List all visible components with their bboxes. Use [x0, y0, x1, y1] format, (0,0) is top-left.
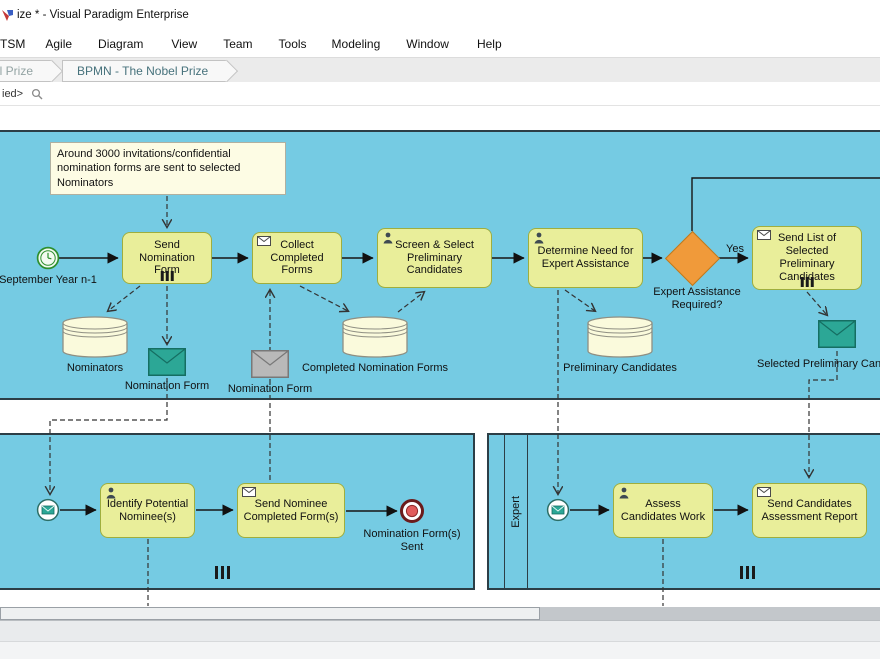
- datastore-preliminary-candidates[interactable]: [584, 313, 656, 366]
- task-label: Send Nominee Completed Form(s): [243, 498, 339, 524]
- menu-item-tools[interactable]: Tools: [279, 37, 307, 51]
- event-timer-start-label: September Year n-1: [0, 274, 103, 287]
- menu-bar: TSM Agile Diagram View Team Tools Modeli…: [0, 30, 880, 57]
- task-identify-potential-nominees[interactable]: Identify Potential Nominee(s): [100, 483, 195, 538]
- horizontal-scrollbar[interactable]: [0, 607, 880, 620]
- menu-item-agile[interactable]: Agile: [45, 37, 72, 51]
- toolbar-combo[interactable]: ied>: [2, 88, 23, 100]
- datastore-nominators[interactable]: [59, 313, 131, 366]
- message-icon: [757, 230, 771, 244]
- message-nomination-form-gray-label: Nomination Form: [225, 383, 315, 396]
- task-label: Assess Candidates Work: [619, 498, 707, 524]
- menu-item-window[interactable]: Window: [406, 37, 449, 51]
- user-icon: [382, 232, 395, 248]
- event-end-label: Nomination Form(s) Sent: [362, 528, 462, 554]
- breadcrumb-tab-prev-label: el Prize: [0, 64, 33, 78]
- window-title: ize * - Visual Paradigm Enterprise: [17, 9, 189, 21]
- app-logo-icon: [2, 9, 13, 22]
- task-label: Screen & Select Preliminary Candidates: [383, 239, 486, 278]
- status-bar-lower: [0, 641, 880, 659]
- end-event-icon: [398, 497, 426, 525]
- message-icon: [757, 487, 771, 501]
- message-nomination-form-gray[interactable]: [251, 350, 289, 383]
- menu-item-modeling[interactable]: Modeling: [332, 37, 381, 51]
- message-start-icon: [546, 498, 570, 522]
- search-icon[interactable]: [31, 88, 43, 100]
- annotation-note-text: Around 3000 invitations/confidential nom…: [57, 148, 240, 189]
- multi-instance-marker: [161, 271, 174, 281]
- user-icon: [105, 487, 118, 503]
- message-nomination-form-teal[interactable]: [148, 348, 186, 381]
- lane-expert[interactable]: Expert: [504, 435, 528, 588]
- title-bar: ize * - Visual Paradigm Enterprise: [0, 0, 880, 30]
- breadcrumb-tab-current[interactable]: BPMN - The Nobel Prize: [62, 60, 226, 82]
- user-icon: [618, 487, 631, 503]
- message-selected-preliminary-candidates[interactable]: [818, 320, 856, 353]
- breadcrumb: el Prize BPMN - The Nobel Prize: [0, 57, 880, 83]
- task-label: Determine Need for Expert Assistance: [534, 245, 637, 271]
- menu-item-team[interactable]: Team: [223, 37, 252, 51]
- task-label: Identify Potential Nominee(s): [106, 498, 189, 524]
- menu-item-help[interactable]: Help: [477, 37, 502, 51]
- breadcrumb-tab-prev[interactable]: el Prize: [0, 60, 51, 82]
- pool-nominator-multi-instance-marker: [215, 566, 230, 579]
- datastore-completed-nomination-forms-label: Completed Nomination Forms: [290, 362, 460, 375]
- toolbar: ied>: [0, 82, 880, 106]
- menu-item-itsm[interactable]: TSM: [0, 37, 25, 51]
- breadcrumb-tab-current-label: BPMN - The Nobel Prize: [77, 64, 208, 78]
- task-send-candidates-assessment-report[interactable]: Send Candidates Assessment Report: [752, 483, 867, 538]
- user-icon: [533, 232, 546, 248]
- pool-expert-multi-instance-marker: [740, 566, 755, 579]
- task-send-list-selected-preliminary-candidates[interactable]: Send List of Selected Preliminary Candid…: [752, 226, 862, 290]
- datastore-nominators-label: Nominators: [45, 362, 145, 375]
- multi-instance-marker: [801, 277, 814, 287]
- status-bar: [0, 620, 880, 642]
- event-message-start-expert[interactable]: [546, 498, 570, 527]
- task-screen-select-preliminary-candidates[interactable]: Screen & Select Preliminary Candidates: [377, 228, 492, 288]
- horizontal-scrollbar-thumb[interactable]: [0, 607, 540, 620]
- task-send-nomination-form[interactable]: Send Nomination Form: [122, 232, 212, 284]
- datastore-completed-nomination-forms[interactable]: [339, 313, 411, 366]
- event-end-nomination-forms-sent[interactable]: [398, 497, 426, 530]
- timer-icon: [36, 246, 60, 270]
- message-icon: [242, 487, 256, 501]
- task-collect-completed-forms[interactable]: Collect Completed Forms: [252, 232, 342, 284]
- gateway-label: Expert Assistance Required?: [649, 286, 745, 312]
- menu-item-view[interactable]: View: [171, 37, 197, 51]
- task-send-nominee-completed-forms[interactable]: Send Nominee Completed Form(s): [237, 483, 345, 538]
- annotation-note[interactable]: Around 3000 invitations/confidential nom…: [50, 142, 286, 195]
- datastore-preliminary-candidates-label: Preliminary Candidates: [560, 362, 680, 375]
- menu-item-diagram[interactable]: Diagram: [98, 37, 143, 51]
- event-timer-start[interactable]: [36, 246, 60, 275]
- message-nomination-form-teal-label: Nomination Form: [122, 380, 212, 393]
- message-icon: [257, 236, 271, 250]
- task-assess-candidates-work[interactable]: Assess Candidates Work: [613, 483, 713, 538]
- task-determine-need-expert-assistance[interactable]: Determine Need for Expert Assistance: [528, 228, 643, 288]
- flow-yes-label: Yes: [720, 243, 750, 256]
- event-message-start-nominator[interactable]: [36, 498, 60, 527]
- lane-expert-label: Expert: [510, 496, 522, 528]
- message-selected-preliminary-candidates-label: Selected Preliminary Can: [757, 358, 880, 371]
- message-start-icon: [36, 498, 60, 522]
- task-label: Send Candidates Assessment Report: [758, 498, 861, 524]
